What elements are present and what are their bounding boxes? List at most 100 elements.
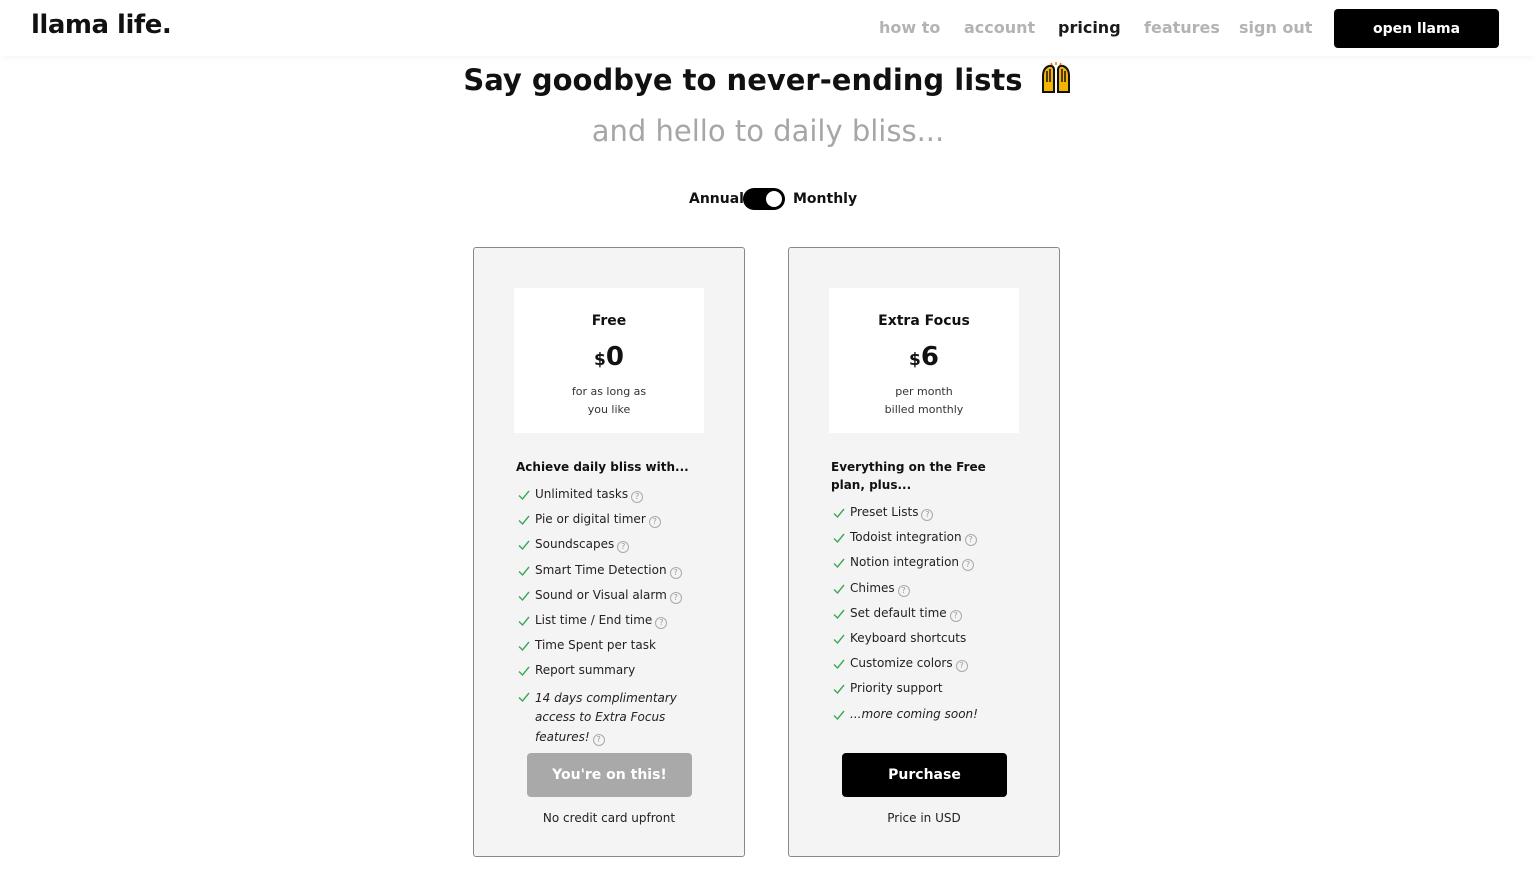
- help-icon[interactable]: ?: [964, 534, 977, 547]
- help-icon[interactable]: ?: [921, 509, 934, 521]
- hero-subtitle: and hello to daily bliss...: [591, 114, 945, 148]
- toggle-label-monthly[interactable]: Monthly: [793, 191, 857, 207]
- check-icon: [833, 609, 845, 619]
- help-icon[interactable]: ?: [617, 541, 630, 554]
- feature-label: Sound or Visual alarm: [535, 587, 667, 602]
- feature-label: Notion integration: [850, 555, 960, 570]
- check-icon: [833, 558, 845, 569]
- help-icon[interactable]: ?: [655, 616, 668, 629]
- feature-label: Unlimited tasks: [535, 487, 629, 501]
- feature-label: Smart Time Detection: [535, 562, 667, 577]
- help-icon[interactable]: ?: [592, 733, 605, 746]
- help-icon[interactable]: ?: [669, 566, 682, 579]
- plan-intro: Achieve daily bliss with...: [516, 460, 689, 474]
- price-box: Free $0 for as long as you like: [514, 288, 704, 433]
- feature-item: Pie or digital timer?: [518, 512, 698, 537]
- plan-footnote: Price in USD: [887, 811, 961, 825]
- billing-toggle-row: Annual Monthly: [0, 187, 1536, 211]
- current-plan-button[interactable]: You're on this!: [527, 753, 692, 797]
- check-icon: [518, 515, 530, 526]
- raising-hands-icon: [1039, 62, 1073, 96]
- nav-features[interactable]: features: [1144, 18, 1220, 37]
- feature-item: Soundscapes?: [518, 537, 698, 562]
- check-icon: [833, 659, 845, 670]
- check-icon: [518, 591, 530, 601]
- feature-item: Unlimited tasks?: [518, 487, 698, 512]
- feature-label: ...more coming soon!: [850, 706, 978, 721]
- feature-label: Keyboard shortcuts: [850, 630, 967, 645]
- feature-label: Report summary: [535, 663, 636, 678]
- nav-pricing[interactable]: pricing: [1058, 18, 1121, 37]
- feature-item: ...more coming soon!: [833, 707, 978, 732]
- feature-item: Priority support: [833, 681, 978, 706]
- feature-item: 14 days complimentary access to Extra Fo…: [518, 689, 698, 748]
- feature-label: Chimes: [850, 580, 895, 595]
- check-icon: [833, 533, 845, 544]
- toggle-label-annual[interactable]: Annual: [689, 191, 744, 207]
- feature-label: Time Spent per task: [535, 638, 656, 653]
- check-icon: [518, 540, 530, 551]
- feature-item: Preset Lists?: [833, 505, 978, 530]
- billing-period-toggle[interactable]: [743, 188, 785, 210]
- plan-name: Extra Focus: [878, 313, 970, 329]
- plan-intro: Everything on the Free plan, plus...: [831, 460, 986, 492]
- help-icon[interactable]: ?: [631, 491, 644, 503]
- price-note-line: billed monthly: [884, 403, 964, 416]
- feature-item: Set default time?: [833, 606, 978, 631]
- check-icon: [518, 666, 530, 677]
- nav-account[interactable]: account: [964, 18, 1035, 37]
- help-icon[interactable]: ?: [648, 516, 661, 529]
- price-amount: 0: [605, 342, 624, 372]
- price-note-line: per month: [895, 385, 953, 398]
- feature-label: Todoist integration: [850, 530, 962, 545]
- check-icon: [518, 490, 530, 501]
- price-amount: 6: [920, 342, 939, 372]
- nav-sign-out[interactable]: sign out: [1239, 18, 1312, 37]
- plan-footnote: No credit card upfront: [542, 811, 676, 825]
- feature-item: Keyboard shortcuts: [833, 631, 978, 656]
- check-icon: [833, 684, 845, 695]
- feature-item: Customize colors?: [833, 656, 978, 681]
- feature-label: List time / End time: [535, 612, 653, 627]
- feature-label: Customize colors: [850, 656, 953, 671]
- feature-list: Preset Lists? Todoist integration? Notio…: [833, 505, 978, 732]
- feature-label: Preset Lists: [850, 505, 919, 519]
- feature-label: Priority support: [850, 681, 943, 696]
- hero-title-text: Say goodbye to never-ending lists: [463, 63, 1023, 97]
- check-icon: [518, 641, 530, 652]
- check-icon: [518, 692, 530, 702]
- help-icon[interactable]: ?: [897, 584, 910, 597]
- currency-symbol: $: [909, 350, 921, 370]
- feature-item: List time / End time?: [518, 613, 698, 638]
- top-nav-bar: llama life. how to account pricing featu…: [0, 0, 1536, 56]
- hero-heading: Say goodbye to never-ending lists: [0, 62, 1536, 97]
- feature-item: Chimes?: [833, 581, 978, 606]
- check-icon: [518, 566, 530, 576]
- check-icon: [518, 616, 530, 626]
- plan-price: $0: [514, 342, 704, 372]
- plan-card-free: Free $0 for as long as you like Achieve …: [473, 247, 745, 857]
- check-icon: [833, 508, 845, 519]
- plan-price: $6: [829, 342, 1019, 372]
- feature-item: Sound or Visual alarm?: [518, 588, 698, 613]
- check-icon: [833, 584, 845, 594]
- feature-item: Smart Time Detection?: [518, 563, 698, 588]
- nav-how-to[interactable]: how to: [879, 18, 940, 37]
- open-llama-button[interactable]: open llama: [1334, 9, 1499, 48]
- purchase-button[interactable]: Purchase: [842, 753, 1007, 797]
- feature-item: Notion integration?: [833, 555, 978, 580]
- plan-card-extra-focus: Extra Focus $6 per month billed monthly …: [788, 247, 1060, 857]
- feature-list: Unlimited tasks? Pie or digital timer? S…: [518, 487, 698, 747]
- help-icon[interactable]: ?: [669, 591, 682, 604]
- feature-label: Pie or digital timer: [535, 512, 646, 527]
- price-note: per month billed monthly: [829, 383, 1019, 419]
- help-icon[interactable]: ?: [962, 559, 975, 572]
- feature-label: Set default time: [850, 605, 947, 620]
- price-note-line: you like: [587, 403, 631, 416]
- feature-label: Soundscapes: [535, 537, 615, 552]
- help-icon[interactable]: ?: [955, 660, 968, 673]
- price-note-line: for as long as: [571, 385, 647, 398]
- price-box: Extra Focus $6 per month billed monthly: [829, 288, 1019, 433]
- currency-symbol: $: [594, 350, 606, 370]
- help-icon[interactable]: ?: [949, 609, 962, 622]
